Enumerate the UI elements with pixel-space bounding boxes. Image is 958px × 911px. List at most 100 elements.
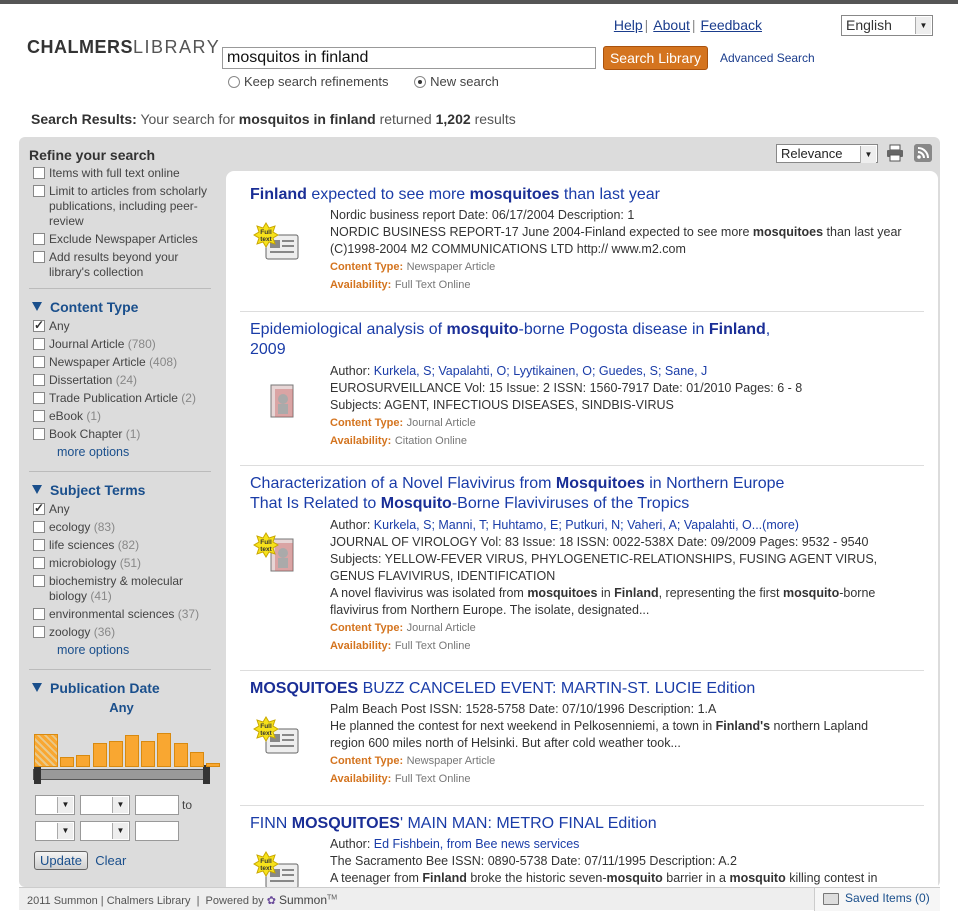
collapse-triangle-icon: [32, 302, 42, 311]
newspaper-icon[interactable]: Full text: [250, 715, 302, 767]
checkbox[interactable]: [33, 521, 45, 533]
facet-option-label: ecology: [49, 520, 91, 534]
checkbox[interactable]: [33, 233, 45, 245]
feedback-link[interactable]: Feedback: [701, 17, 762, 33]
publication-date-histogram[interactable]: [29, 721, 220, 787]
facet-option-label: Newspaper Article: [49, 355, 146, 369]
journal-icon[interactable]: [250, 377, 302, 429]
facet-option[interactable]: microbiology (51): [29, 556, 214, 571]
histogram-bar: [189, 752, 204, 767]
sort-select[interactable]: Relevance ▼: [776, 144, 878, 163]
result-title-link[interactable]: MOSQUITOES BUZZ CANCELED EVENT: MARTIN-S…: [250, 679, 924, 699]
to-year-input[interactable]: [135, 821, 179, 841]
refine-option[interactable]: Limit to articles from scholarly publica…: [29, 184, 214, 229]
result-divider: [240, 465, 924, 466]
svg-text:text: text: [260, 546, 272, 553]
histogram-bar: [173, 743, 188, 767]
chevron-down-icon: ▼: [57, 823, 73, 839]
availability-line: Availability: Citation Online: [330, 435, 467, 447]
checkbox[interactable]: [33, 338, 45, 350]
checkbox[interactable]: [33, 251, 45, 263]
facet-option-label: Trade Publication Article: [49, 391, 178, 405]
more-options-link[interactable]: more options: [29, 445, 214, 459]
result-title-link[interactable]: Epidemiological analysis of mosquito-bor…: [250, 320, 924, 360]
checkbox[interactable]: [33, 185, 45, 197]
about-link[interactable]: About: [653, 17, 690, 33]
refine-option[interactable]: Items with full text online: [29, 166, 214, 181]
result-title-link[interactable]: Finland expected to see more mosquitoes …: [250, 185, 924, 205]
new-search-radio[interactable]: [414, 76, 427, 88]
publication-date-facet-title[interactable]: Publication Date: [29, 680, 214, 696]
result-detail-line: Nordic business report Date: 06/17/2004 …: [330, 208, 635, 222]
slider-handle-left[interactable]: [34, 765, 41, 784]
checkbox[interactable]: [33, 557, 45, 569]
facet-option[interactable]: Book Chapter (1): [29, 427, 214, 442]
to-day-select[interactable]: ▼: [80, 821, 130, 841]
date-slider-track[interactable]: [33, 769, 209, 780]
print-icon[interactable]: [886, 144, 904, 162]
facet-option[interactable]: Dissertation (24): [29, 373, 214, 388]
facet-option-any[interactable]: Any: [29, 501, 214, 517]
chalmers-library-logo[interactable]: CHALMERSLIBRARY: [27, 37, 220, 58]
refine-option[interactable]: Add results beyond your library's collec…: [29, 250, 214, 280]
clear-link[interactable]: Clear: [95, 853, 126, 868]
checkbox[interactable]: [33, 428, 45, 440]
saved-items-button[interactable]: Saved Items (0): [814, 888, 940, 911]
checkbox[interactable]: [33, 318, 45, 333]
checkbox[interactable]: [33, 608, 45, 620]
checkbox[interactable]: [33, 501, 45, 516]
content-type-facet-title[interactable]: Content Type: [29, 299, 214, 315]
checkbox[interactable]: [33, 356, 45, 368]
availability-line: Availability: Full Text Online: [330, 640, 471, 652]
from-day-select[interactable]: ▼: [80, 795, 130, 815]
facet-option-label: biochemistry & molecular biology: [49, 574, 184, 603]
result-detail-line: JOURNAL OF VIROLOGY Vol: 83 Issue: 18 IS…: [330, 535, 869, 549]
facet-option-any[interactable]: Any: [29, 318, 214, 334]
divider: [29, 669, 211, 670]
result-detail-line: A teenager from Finland broke the histor…: [330, 871, 878, 885]
language-select[interactable]: English ▼: [841, 15, 933, 36]
facet-option-label: Book Chapter: [49, 427, 123, 441]
facet-option[interactable]: life sciences (82): [29, 538, 214, 553]
rss-icon[interactable]: [914, 144, 932, 162]
more-options-link[interactable]: more options: [29, 643, 214, 657]
facet-option[interactable]: environmental sciences (37): [29, 607, 214, 622]
availability-line: Availability: Full Text Online: [330, 279, 471, 291]
newspaper-icon[interactable]: Full text: [250, 221, 302, 273]
checkbox[interactable]: [33, 539, 45, 551]
result-title-link[interactable]: FINN MOSQUITOES' MAIN MAN: METRO FINAL E…: [250, 814, 924, 834]
facet-option[interactable]: biochemistry & molecular biology (41): [29, 574, 214, 604]
search-input[interactable]: mosquitos in finland: [222, 47, 596, 69]
facet-option[interactable]: Trade Publication Article (2): [29, 391, 214, 406]
slider-handle-right[interactable]: [203, 765, 210, 784]
facet-option[interactable]: zoology (36): [29, 625, 214, 640]
refine-option[interactable]: Exclude Newspaper Articles: [29, 232, 214, 247]
content-type-line: Content Type: Journal Article: [330, 622, 476, 634]
collapse-triangle-icon: [32, 683, 42, 692]
checkbox[interactable]: [33, 575, 45, 587]
facet-option[interactable]: Newspaper Article (408): [29, 355, 214, 370]
checkbox[interactable]: [33, 374, 45, 386]
facet-option[interactable]: Journal Article (780): [29, 337, 214, 352]
to-month-select[interactable]: ▼: [35, 821, 75, 841]
help-link[interactable]: Help: [614, 17, 643, 33]
newspaper-icon[interactable]: Full text: [250, 850, 302, 887]
checkbox[interactable]: [33, 626, 45, 638]
from-year-input[interactable]: [135, 795, 179, 815]
keep-refinements-radio[interactable]: [228, 76, 240, 88]
checkbox[interactable]: [33, 392, 45, 404]
advanced-search-link[interactable]: Advanced Search: [720, 51, 815, 65]
facet-option[interactable]: ecology (83): [29, 520, 214, 535]
checkbox[interactable]: [33, 167, 45, 179]
result-item: MOSQUITOES BUZZ CANCELED EVENT: MARTIN-S…: [250, 679, 924, 785]
subject-terms-facet-title[interactable]: Subject Terms: [29, 482, 214, 498]
facet-option-count: (41): [90, 589, 112, 603]
update-button[interactable]: Update: [34, 851, 88, 870]
journal-icon[interactable]: Full text: [250, 531, 302, 583]
search-library-button[interactable]: Search Library: [603, 46, 708, 70]
refine-title: Refine your search: [29, 147, 156, 163]
checkbox[interactable]: [33, 410, 45, 422]
result-title-link[interactable]: Characterization of a Novel Flavivirus f…: [250, 474, 924, 514]
from-month-select[interactable]: ▼: [35, 795, 75, 815]
facet-option[interactable]: eBook (1): [29, 409, 214, 424]
